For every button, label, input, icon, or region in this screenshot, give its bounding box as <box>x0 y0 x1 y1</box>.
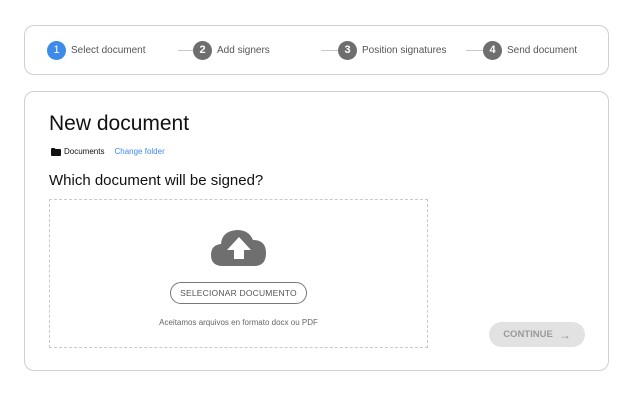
step-connector <box>178 50 193 51</box>
folder-icon <box>51 147 61 156</box>
page-title: New document <box>49 112 190 135</box>
step-number: 1 <box>47 40 66 60</box>
folder-name: Documents <box>64 147 105 156</box>
step-add-signers[interactable]: 2 Add signers <box>193 40 270 60</box>
arrow-right-icon: → <box>558 327 571 342</box>
continue-label: CONTINUE <box>503 329 553 340</box>
step-label: Add signers <box>217 44 270 56</box>
continue-button[interactable]: CONTINUE → <box>489 322 585 347</box>
step-connector <box>321 50 338 51</box>
step-select-document[interactable]: 1 Select document <box>47 40 146 60</box>
progress-stepper: 1 Select document 2 Add signers 3 Positi… <box>24 25 609 75</box>
step-label: Select document <box>71 44 146 56</box>
step-number: 2 <box>193 40 212 60</box>
step-label: Send document <box>507 44 578 56</box>
new-document-card: New document Documents Change folder Whi… <box>24 91 609 371</box>
cloud-upload-icon <box>211 230 266 266</box>
step-position-signatures[interactable]: 3 Position signatures <box>338 40 447 60</box>
step-number: 3 <box>338 40 357 60</box>
step-connector <box>466 50 483 51</box>
step-number: 4 <box>483 40 502 60</box>
upload-dropzone[interactable]: SELECIONAR DOCUMENTO Aceitamos arquivos … <box>49 199 428 348</box>
document-question: Which document will be signed? <box>49 172 264 189</box>
step-label: Position signatures <box>362 44 447 56</box>
step-send-document[interactable]: 4 Send document <box>483 40 577 60</box>
change-folder-link[interactable]: Change folder <box>114 147 164 156</box>
folder-row: Documents Change folder <box>51 147 165 156</box>
accepted-formats-note: Aceitamos arquivos en formato docx ou PD… <box>159 318 318 327</box>
select-document-button[interactable]: SELECIONAR DOCUMENTO <box>170 282 307 304</box>
